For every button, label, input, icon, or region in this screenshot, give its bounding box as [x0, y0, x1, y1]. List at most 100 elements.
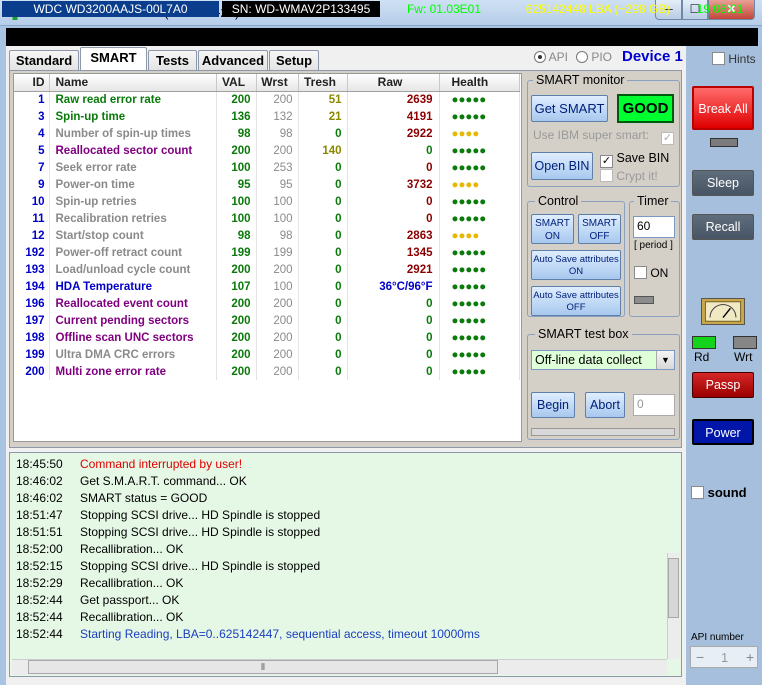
test-type-select[interactable]: Off-line data collect — [531, 350, 675, 370]
hints-checkbox[interactable]: Hints — [712, 52, 756, 66]
log-message: Recallibration... OK — [80, 542, 184, 556]
table-row[interactable]: 194 HDA Temperature 107 100 0 36°C/96°F ●●●●● — [14, 278, 520, 295]
attr-health: ●●●●● — [439, 363, 520, 380]
col-raw[interactable]: Raw — [347, 74, 440, 92]
attr-val: 200 — [216, 312, 257, 329]
log-line: 18:46:02 SMART status = GOOD — [16, 491, 207, 508]
timer-period-input[interactable]: 60 — [633, 216, 675, 238]
table-row[interactable]: 4 Number of spin-up times 98 98 0 2922 ●●●● — [14, 125, 520, 142]
get-smart-button[interactable]: Get SMART — [531, 95, 608, 122]
drive-info-bar — [6, 28, 758, 46]
log-line: 18:51:51 Stopping SCSI drive... HD Spindl… — [16, 525, 320, 542]
col-wrst[interactable]: Wrst — [256, 74, 299, 92]
table-row[interactable]: 197 Current pending sectors 200 200 0 0 ●●●●● — [14, 312, 520, 329]
attr-id: 199 — [14, 346, 50, 363]
table-row[interactable]: 198 Offline scan UNC sectors 200 200 0 0 ●●●●● — [14, 329, 520, 346]
log-time: 18:52:44 — [16, 593, 63, 607]
autosave-off-button[interactable]: Auto Save attributes OFF — [531, 286, 621, 316]
attr-threshold: 0 — [298, 312, 348, 329]
drive-firmware: Fw: 01.03E01 — [406, 2, 482, 16]
log-panel[interactable]: 18:45:50 Command interrupted by user! 18:4… — [9, 452, 682, 677]
begin-button[interactable]: Begin — [531, 392, 575, 418]
tab-smart[interactable]: SMART — [80, 47, 147, 70]
save-bin-checkbox[interactable]: ✓ Save BIN — [600, 151, 669, 168]
attr-name: Spin-up retries — [49, 193, 217, 210]
log-scroll-thumb[interactable] — [668, 558, 679, 618]
recall-button[interactable]: Recall — [692, 214, 754, 240]
col-name[interactable]: Name — [49, 74, 217, 92]
log-line: 18:52:15 Stopping SCSI drive... HD Spindl… — [16, 559, 320, 576]
sleep-button[interactable]: Sleep — [692, 170, 754, 196]
write-led — [733, 336, 757, 349]
table-row[interactable]: 192 Power-off retract count 199 199 0 1345 ●●●… — [14, 244, 520, 261]
table-row[interactable]: 5 Reallocated sector count 200 200 140 0 ●●●●● — [14, 142, 520, 159]
radio-dot-icon — [534, 51, 546, 63]
log-time: 18:52:44 — [16, 627, 63, 641]
attr-worst: 200 — [256, 363, 299, 380]
pio-radio[interactable]: PIO — [576, 50, 612, 64]
table-row[interactable]: 200 Multi zone error rate 200 200 0 0 ●●●●● — [14, 363, 520, 380]
test-progress-field[interactable]: 0 — [633, 394, 675, 416]
timer-on-checkbox[interactable]: ON — [634, 266, 668, 280]
attr-worst: 132 — [256, 108, 299, 125]
api-number-stepper[interactable]: − 1 + — [690, 646, 758, 668]
attr-id: 9 — [14, 176, 50, 193]
table-row[interactable]: 7 Seek error rate 100 253 0 0 ●●●●● — [14, 159, 520, 176]
table-row[interactable]: 3 Spin-up time 136 132 21 4191 ●●●●● — [14, 108, 520, 125]
log-time: 18:46:02 — [16, 491, 63, 505]
autosave-on-button[interactable]: Auto Save attributes ON — [531, 250, 621, 280]
attr-id: 7 — [14, 159, 50, 176]
attr-val: 200 — [216, 261, 257, 278]
table-row[interactable]: 10 Spin-up retries 100 100 0 0 ●●●●● — [14, 193, 520, 210]
attr-worst: 200 — [256, 295, 299, 312]
log-line: 18:46:02 Get S.M.A.R.T. command... OK — [16, 474, 247, 491]
attr-health: ●●●●● — [439, 346, 520, 363]
tab-advanced[interactable]: Advanced — [198, 50, 268, 70]
smart-off-button[interactable]: SMART OFF — [578, 214, 621, 244]
minus-icon[interactable]: − — [696, 649, 704, 665]
tab-setup[interactable]: Setup — [269, 50, 319, 70]
attr-threshold: 0 — [298, 295, 348, 312]
sound-checkbox[interactable]: sound — [691, 485, 747, 500]
smart-on-button[interactable]: SMART ON — [531, 214, 574, 244]
attr-health: ●●●●● — [439, 108, 520, 125]
attr-val: 95 — [216, 176, 257, 193]
open-bin-button[interactable]: Open BIN — [531, 152, 593, 180]
table-row[interactable]: 1 Raw read error rate 200 200 51 2639 ●●●●● — [14, 91, 520, 108]
smart-test-box-title: SMART test box — [535, 327, 632, 341]
attr-health: ●●●●● — [439, 312, 520, 329]
tab-tests[interactable]: Tests — [148, 50, 197, 70]
attr-name: Start/stop count — [49, 227, 217, 244]
chevron-down-icon[interactable]: ▼ — [656, 351, 674, 369]
clock: 19:08:01 — [696, 2, 744, 16]
ibm-super-smart-checkbox[interactable]: ✓ — [661, 128, 674, 145]
col-val[interactable]: VAL — [216, 74, 257, 92]
attr-id: 3 — [14, 108, 50, 125]
crypt-checkbox[interactable]: Crypt it! — [600, 169, 658, 183]
table-row[interactable]: 12 Start/stop count 98 98 0 2863 ●●●● — [14, 227, 520, 244]
col-tresh[interactable]: Tresh — [298, 74, 348, 92]
table-row[interactable]: 193 Load/unload cycle count 200 200 0 2921 ●●●… — [14, 261, 520, 278]
api-number-label: API number — [691, 632, 744, 643]
table-row[interactable]: 11 Recalibration retries 100 100 0 0 ●●●●● — [14, 210, 520, 227]
table-row[interactable]: 196 Reallocated event count 200 200 0 0 ●●●●● — [14, 295, 520, 312]
log-line: 18:45:50 Command interrupted by user! — [16, 457, 242, 474]
log-line: 18:52:44 Get passport... OK — [16, 593, 179, 610]
col-health[interactable]: Health — [439, 74, 520, 92]
break-all-button[interactable]: Break All — [692, 86, 754, 130]
abort-button[interactable]: Abort — [585, 392, 625, 418]
attr-name: Raw read error rate — [49, 91, 217, 108]
log-time: 18:45:50 — [16, 457, 63, 471]
api-radio[interactable]: API — [534, 50, 568, 64]
gauge-icon — [701, 298, 745, 325]
plus-icon[interactable]: + — [746, 649, 754, 665]
log-hscroll-thumb[interactable]: ⦀ — [28, 660, 498, 674]
passport-button[interactable]: Passp — [692, 372, 754, 398]
power-button[interactable]: Power — [692, 419, 754, 445]
table-row[interactable]: 199 Ultra DMA CRC errors 200 200 0 0 ●●●●● — [14, 346, 520, 363]
col-id[interactable]: ID — [14, 74, 50, 92]
attr-name: Seek error rate — [49, 159, 217, 176]
attr-id: 11 — [14, 210, 50, 227]
table-row[interactable]: 9 Power-on time 95 95 0 3732 ●●●● — [14, 176, 520, 193]
tab-standard[interactable]: Standard — [9, 50, 79, 70]
